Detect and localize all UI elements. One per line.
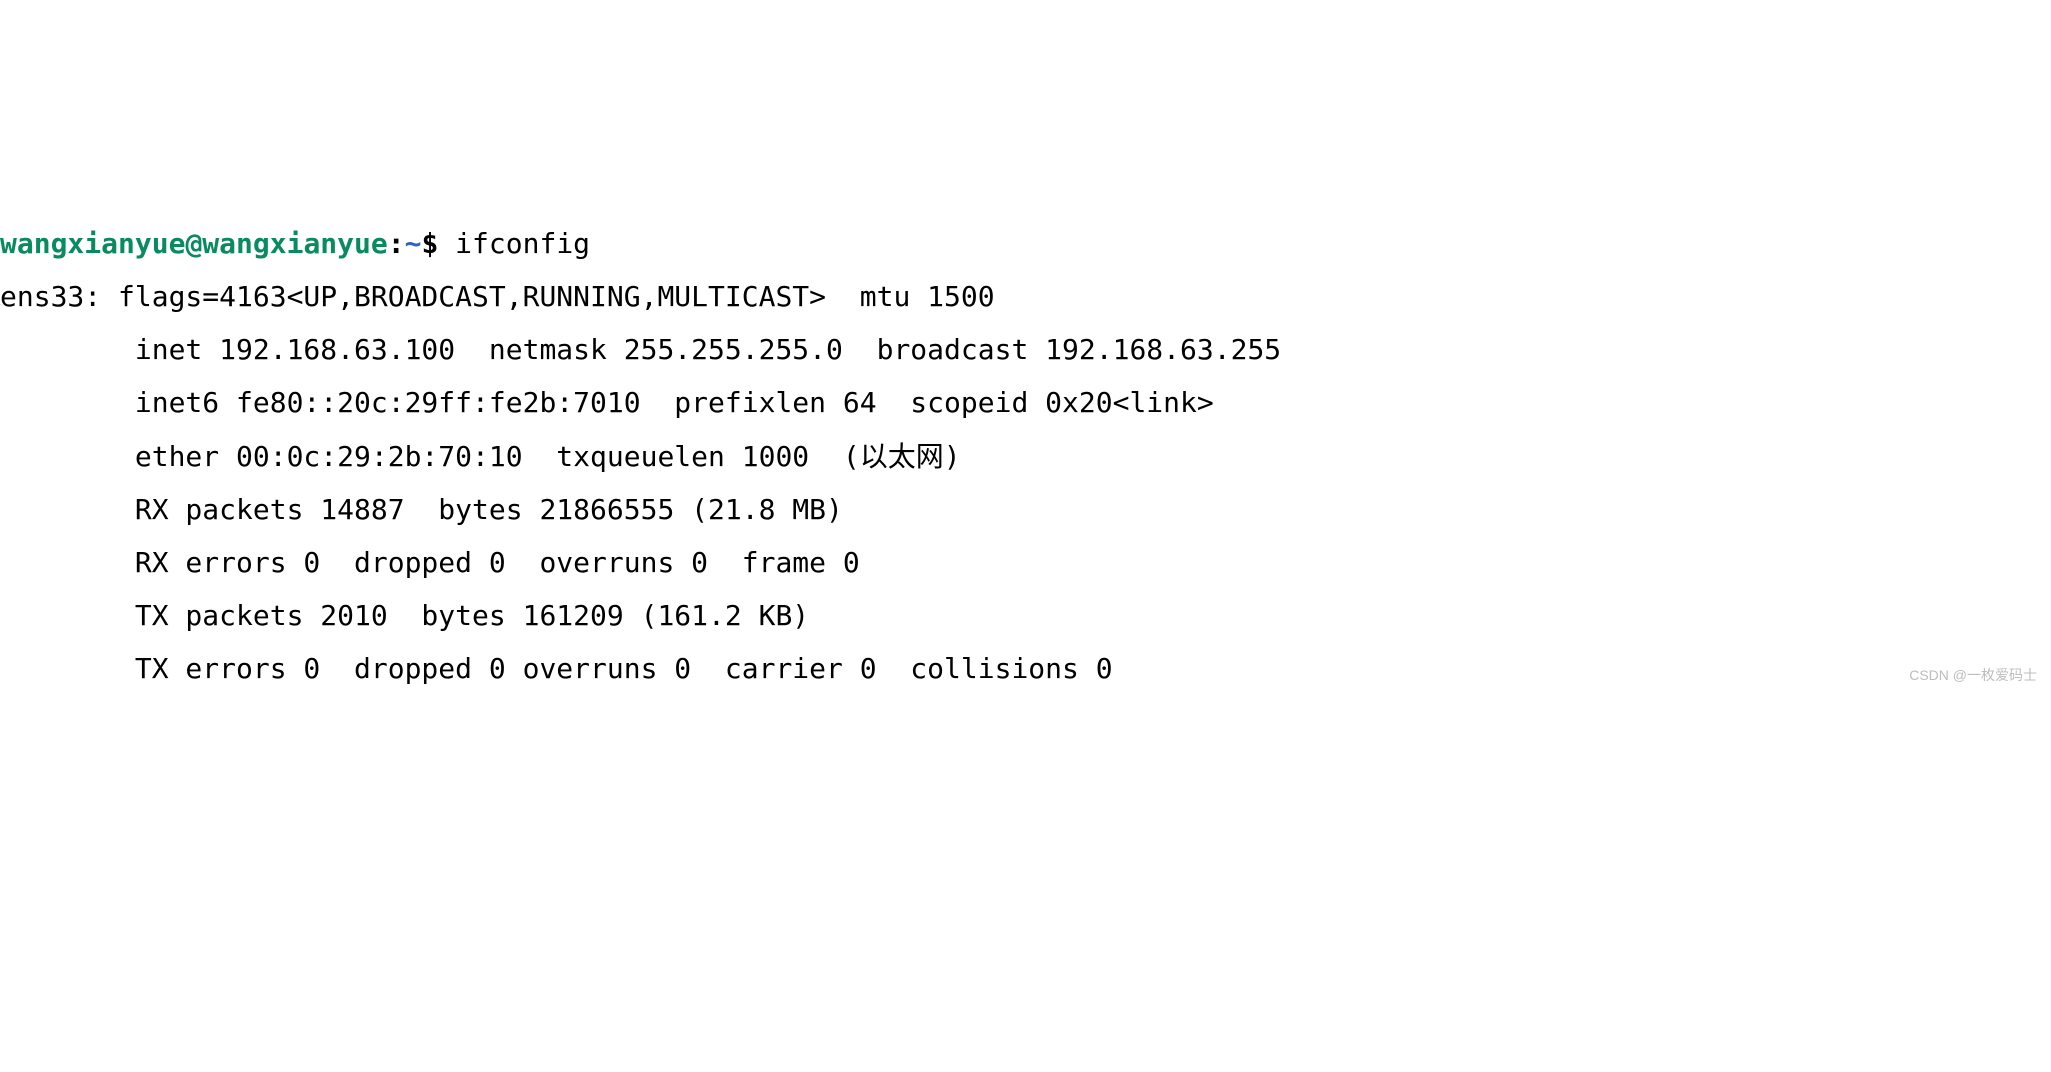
ifconfig-inet-line: inet 192.168.63.100 netmask 255.255.255.… — [0, 333, 1281, 366]
prompt-colon: : — [388, 227, 405, 260]
prompt-dollar: $ — [421, 227, 438, 260]
command-text: ifconfig — [455, 227, 590, 260]
prompt-host: wangxianyue — [202, 227, 387, 260]
ifconfig-tx-packets-line: TX packets 2010 bytes 161209 (161.2 KB) — [0, 599, 809, 632]
ifconfig-rx-errors-line: RX errors 0 dropped 0 overruns 0 frame 0 — [0, 546, 860, 579]
watermark: CSDN @一枚爱码士 — [1909, 662, 2037, 689]
ifconfig-rx-packets-line: RX packets 14887 bytes 21866555 (21.8 MB… — [0, 493, 843, 526]
ifconfig-interface-line: ens33: flags=4163<UP,BROADCAST,RUNNING,M… — [0, 280, 995, 313]
terminal-output: wangxianyue@wangxianyue:~$ ifconfig ens3… — [0, 217, 2051, 696]
ifconfig-inet6-line: inet6 fe80::20c:29ff:fe2b:7010 prefixlen… — [0, 386, 1214, 419]
prompt-user: wangxianyue — [0, 227, 185, 260]
ifconfig-ether-line: ether 00:0c:29:2b:70:10 txqueuelen 1000 … — [0, 440, 961, 473]
prompt-at: @ — [185, 227, 202, 260]
prompt-path: ~ — [405, 227, 422, 260]
ifconfig-tx-errors-line: TX errors 0 dropped 0 overruns 0 carrier… — [0, 652, 1113, 685]
